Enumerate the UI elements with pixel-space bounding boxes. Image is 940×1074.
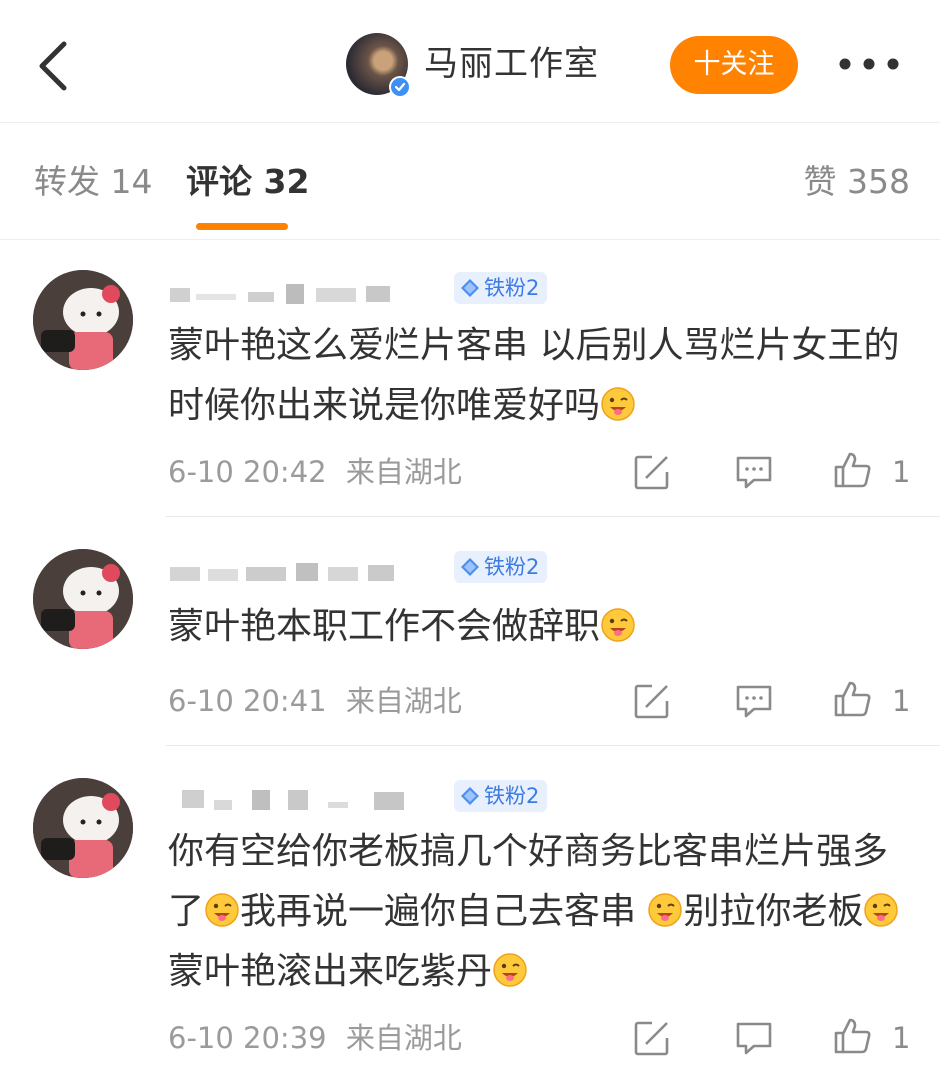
fan-badge-label: 铁粉2 bbox=[484, 276, 540, 300]
comment-item: 铁粉2 你有空给你老板搞几个好商务比客串烂片强多了 我再说一遍你自己去客串 别拉你… bbox=[0, 746, 940, 1074]
comment-location: 来自湖北 bbox=[345, 684, 462, 718]
like-count: 1 bbox=[892, 684, 911, 718]
tab-comments[interactable]: 评论 32 bbox=[186, 160, 309, 204]
tab-repost[interactable]: 转发 14 bbox=[34, 160, 152, 204]
comment-location: 来自湖北 bbox=[345, 1021, 462, 1055]
comment-time: 6-10 20:39 bbox=[168, 1021, 327, 1055]
comment-icon[interactable] bbox=[734, 1018, 774, 1058]
comment-text: 蒙叶艳本职工作不会做辞职 bbox=[168, 597, 908, 657]
fan-badge-label: 铁粉2 bbox=[484, 784, 540, 808]
diamond-icon bbox=[461, 558, 479, 576]
comment-text: 蒙叶艳这么爱烂片客串 以后别人骂烂片女王的时候你出来说是你唯爱好吗 bbox=[168, 316, 908, 436]
emoji-smile-icon bbox=[601, 608, 635, 642]
commenter-avatar[interactable] bbox=[33, 270, 133, 370]
comment-text: 你有空给你老板搞几个好商务比客串烂片强多了 我再说一遍你自己去客串 别拉你老板蒙叶… bbox=[168, 822, 908, 1002]
diamond-icon bbox=[461, 787, 479, 805]
comment-meta: 6-10 20:39 来自湖北 bbox=[168, 1018, 462, 1058]
comment-meta: 6-10 20:41 来自湖北 bbox=[168, 681, 462, 721]
emoji-smile-icon bbox=[864, 893, 899, 927]
repost-icon[interactable] bbox=[632, 1018, 672, 1058]
comment-text-content: 蒙叶艳本职工作不会做辞职 bbox=[168, 606, 601, 647]
comment-text-part: 蒙叶艳滚出来吃紫丹 bbox=[168, 951, 493, 992]
diamond-icon bbox=[461, 279, 479, 297]
like-count: 1 bbox=[892, 455, 911, 489]
commenter-name[interactable] bbox=[168, 782, 438, 814]
comment-text-part: 我再说一遍你自己去客串 bbox=[240, 891, 648, 932]
verified-icon bbox=[389, 76, 411, 98]
commenter-name[interactable] bbox=[168, 553, 438, 585]
emoji-smile-icon bbox=[601, 387, 635, 421]
fan-badge: 铁粉2 bbox=[454, 551, 548, 583]
comment-item: 铁粉2 蒙叶艳这么爱烂片客串 以后别人骂烂片女王的时候你出来说是你唯爱好吗 6-… bbox=[0, 240, 940, 517]
like-icon[interactable] bbox=[832, 1016, 872, 1056]
comment-text-content: 蒙叶艳这么爱烂片客串 以后别人骂烂片女王的时候你出来说是你唯爱好吗 bbox=[168, 325, 900, 426]
comment-item: 铁粉2 蒙叶艳本职工作不会做辞职 6-10 20:41 来自湖北 1 bbox=[0, 517, 940, 746]
comment-meta: 6-10 20:42 来自湖北 bbox=[168, 452, 462, 492]
fan-badge: 铁粉2 bbox=[454, 780, 548, 812]
like-icon[interactable] bbox=[832, 679, 872, 719]
emoji-smile-icon bbox=[205, 893, 239, 927]
follow-button[interactable]: 十关注 bbox=[670, 36, 798, 94]
comment-icon[interactable] bbox=[734, 452, 774, 492]
account-name[interactable]: 马丽工作室 bbox=[424, 42, 599, 86]
tab-likes[interactable]: 赞 358 bbox=[804, 160, 910, 204]
comment-text-part: 别拉你老板 bbox=[683, 891, 864, 932]
commenter-avatar[interactable] bbox=[33, 549, 133, 649]
like-count: 1 bbox=[892, 1021, 911, 1055]
comment-time: 6-10 20:42 bbox=[168, 455, 327, 489]
comment-location: 来自湖北 bbox=[345, 455, 462, 489]
commenter-name[interactable] bbox=[168, 276, 438, 308]
repost-icon[interactable] bbox=[632, 681, 672, 721]
top-bar: 马丽工作室 十关注 bbox=[0, 0, 940, 123]
fan-badge-label: 铁粉2 bbox=[484, 555, 540, 579]
emoji-smile-icon bbox=[648, 893, 683, 927]
tab-bar: 转发 14 评论 32 赞 358 bbox=[0, 123, 940, 240]
comment-time: 6-10 20:41 bbox=[168, 684, 327, 718]
fan-badge: 铁粉2 bbox=[454, 272, 548, 304]
active-tab-indicator bbox=[196, 223, 288, 230]
emoji-smile-icon bbox=[493, 953, 527, 987]
like-icon[interactable] bbox=[832, 450, 872, 490]
back-icon[interactable] bbox=[34, 38, 74, 94]
commenter-avatar[interactable] bbox=[33, 778, 133, 878]
more-icon[interactable] bbox=[836, 52, 902, 76]
repost-icon[interactable] bbox=[632, 452, 672, 492]
comment-icon[interactable] bbox=[734, 681, 774, 721]
